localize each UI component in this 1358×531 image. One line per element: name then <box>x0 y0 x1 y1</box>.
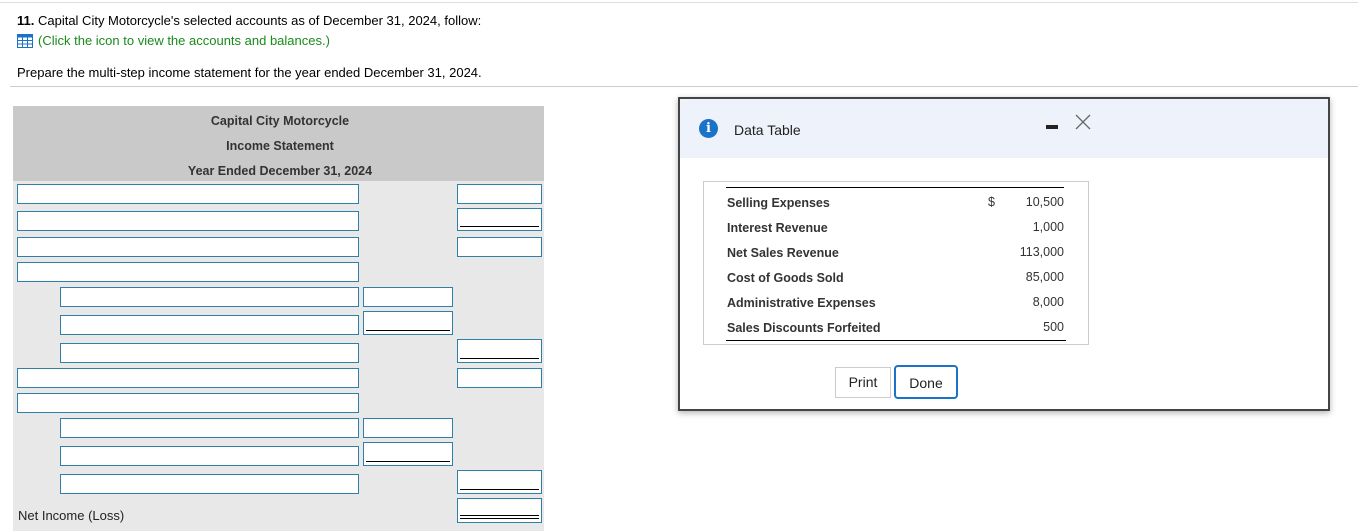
account-name: Selling Expenses <box>727 196 830 210</box>
print-button[interactable]: Print <box>835 367 891 398</box>
amount-input[interactable] <box>457 339 542 363</box>
info-icon: i <box>699 119 718 138</box>
account-balance: 1,000 <box>1032 220 1064 234</box>
net-income-label: Net Income (Loss) <box>18 508 125 523</box>
account-balance: 8,000 <box>1032 295 1064 309</box>
amount-input[interactable] <box>363 311 453 335</box>
instruction-text: Prepare the multi-step income statement … <box>17 65 482 80</box>
company-name: Capital City Motorcycle <box>210 114 350 128</box>
table-row: Selling Expenses $ 10,500 <box>726 190 1066 215</box>
account-label-input[interactable] <box>17 262 359 282</box>
account-name: Net Sales Revenue <box>727 246 839 260</box>
account-label-input[interactable] <box>60 287 359 307</box>
account-name: Interest Revenue <box>727 221 828 235</box>
table-icon[interactable] <box>17 33 33 48</box>
data-table-modal: i Data Table Selling Expenses $ 10,500 I… <box>678 97 1330 411</box>
table-row: Administrative Expenses 8,000 <box>726 290 1066 315</box>
account-label-input[interactable] <box>60 474 359 494</box>
table-top-rule <box>726 187 1064 188</box>
question-number: 11. <box>17 13 35 28</box>
statement-title: Income Statement <box>226 139 334 153</box>
currency-symbol: $ <box>988 195 995 209</box>
table-row: Net Sales Revenue 113,000 <box>726 240 1066 265</box>
amount-input[interactable] <box>363 418 453 438</box>
account-name: Sales Discounts Forfeited <box>727 321 881 335</box>
amount-input[interactable] <box>457 470 542 494</box>
account-balance: 85,000 <box>1025 270 1064 284</box>
account-label-input[interactable] <box>17 393 359 413</box>
account-label-input[interactable] <box>17 368 359 388</box>
account-label-input[interactable] <box>17 184 359 204</box>
top-divider <box>0 2 1358 3</box>
account-label-input[interactable] <box>60 418 359 438</box>
statement-period: Year Ended December 31, 2024 <box>187 164 373 178</box>
amount-input[interactable] <box>363 287 453 307</box>
amount-input[interactable] <box>457 184 542 204</box>
account-balance: 10,500 <box>1025 195 1064 209</box>
account-name: Administrative Expenses <box>727 296 876 310</box>
table-row: Interest Revenue 1,000 <box>726 215 1066 240</box>
amount-input[interactable] <box>457 368 542 388</box>
accounts-link-text[interactable]: (Click the icon to view the accounts and… <box>38 33 330 48</box>
amount-input[interactable] <box>457 237 542 257</box>
minimize-icon[interactable] <box>1046 125 1058 129</box>
account-name: Cost of Goods Sold <box>727 271 844 285</box>
table-row: Sales Discounts Forfeited 500 <box>726 315 1066 341</box>
account-balance: 500 <box>1043 320 1064 334</box>
account-balance: 113,000 <box>1019 245 1064 259</box>
account-label-input[interactable] <box>17 237 359 257</box>
amount-input[interactable] <box>457 208 542 231</box>
question-text: 11. Capital City Motorcycle's selected a… <box>17 13 481 28</box>
table-row: Cost of Goods Sold 85,000 <box>726 265 1066 290</box>
modal-title: Data Table <box>734 122 801 138</box>
account-label-input[interactable] <box>60 343 359 363</box>
accounts-link[interactable]: (Click the icon to view the accounts and… <box>17 33 330 48</box>
account-label-input[interactable] <box>17 211 359 231</box>
account-label-input[interactable] <box>60 315 359 335</box>
amount-input[interactable] <box>363 442 453 466</box>
account-label-input[interactable] <box>60 446 359 466</box>
net-income-input[interactable] <box>457 498 542 523</box>
done-button[interactable]: Done <box>894 365 958 399</box>
modal-header: i Data Table <box>680 99 1328 158</box>
data-table: Selling Expenses $ 10,500 Interest Reven… <box>703 181 1089 345</box>
section-divider <box>10 86 1358 87</box>
question-body: Capital City Motorcycle's selected accou… <box>34 13 482 28</box>
close-icon[interactable] <box>1073 112 1093 132</box>
